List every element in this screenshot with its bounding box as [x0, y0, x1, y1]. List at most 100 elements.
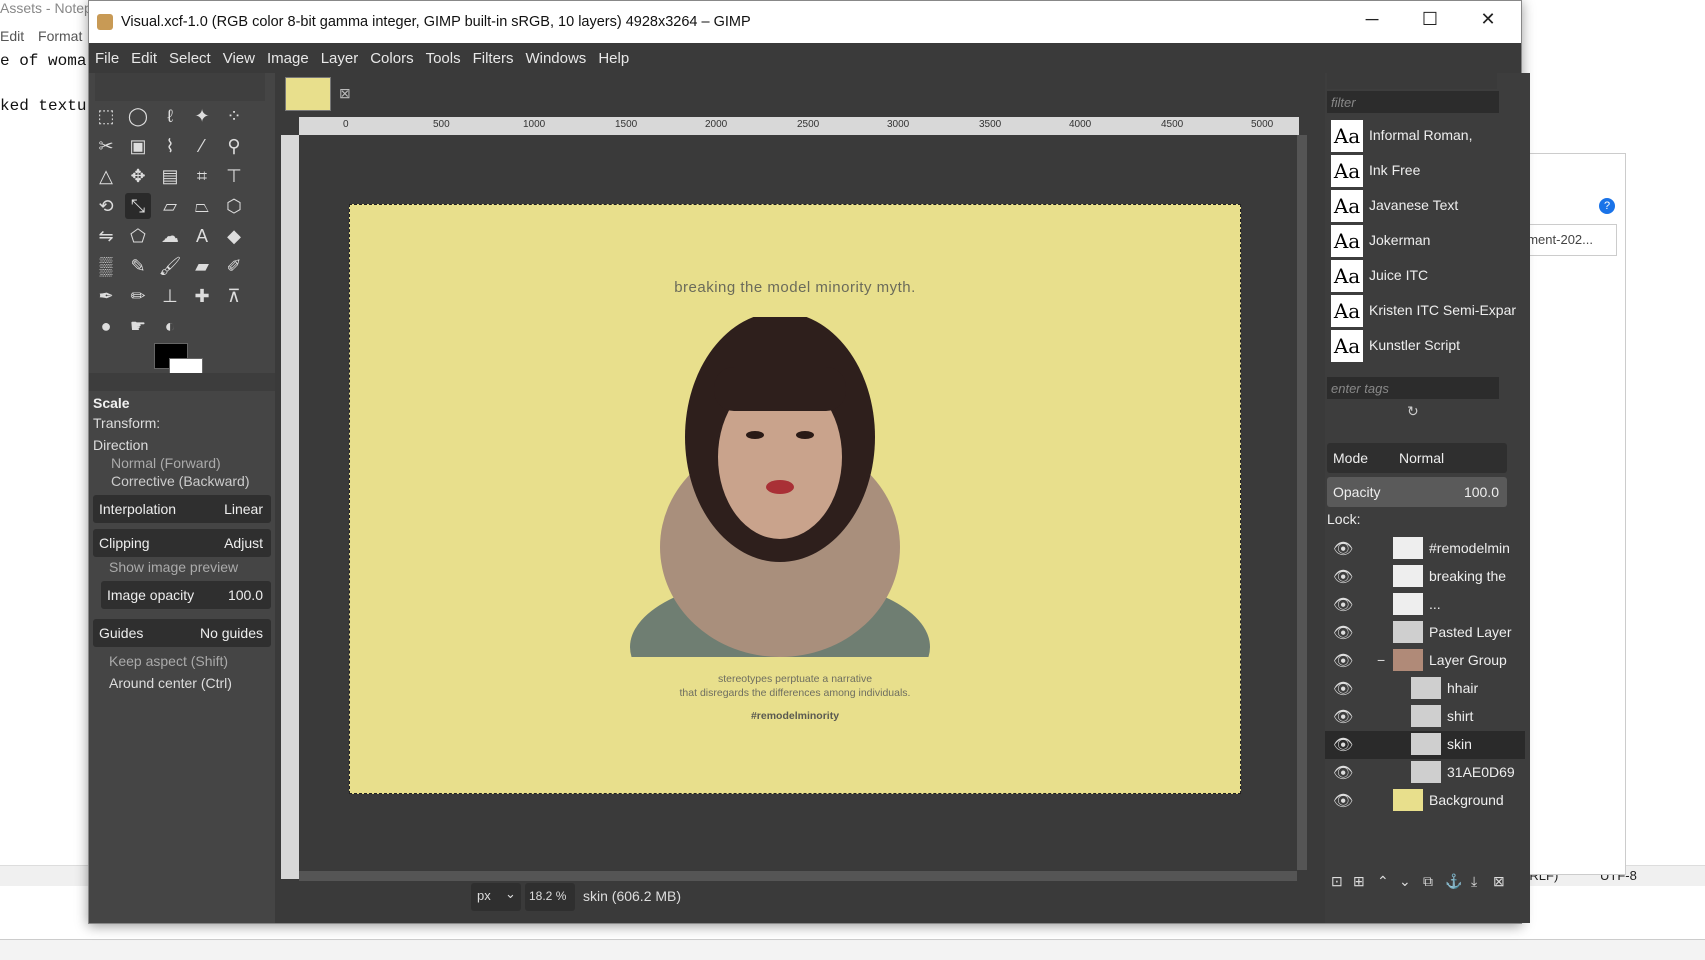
duplicate-layer-icon[interactable]: ⧉	[1423, 873, 1433, 890]
new-group-icon[interactable]: ⊞	[1353, 873, 1365, 890]
font-item[interactable]: Aa Kunstler Script	[1331, 329, 1519, 363]
layer-row[interactable]: 👁 breaking the	[1325, 563, 1525, 591]
image-canvas[interactable]: breaking the model minority myth. stereo…	[349, 204, 1241, 794]
minimize-button[interactable]: ─	[1349, 9, 1395, 30]
eye-icon[interactable]: 👁	[1333, 679, 1353, 699]
layer-opacity-slider[interactable]: Opacity 100.0	[1327, 477, 1507, 507]
menu-file[interactable]: File	[89, 43, 125, 67]
eye-icon[interactable]: 👁	[1333, 623, 1353, 643]
raise-layer-icon[interactable]: ⌃	[1377, 873, 1389, 890]
font-tags-input[interactable]: enter tags	[1327, 377, 1499, 399]
paths-tool-icon[interactable]: ⌇	[157, 133, 183, 159]
menu-tools[interactable]: Tools	[420, 43, 467, 67]
close-tab-icon[interactable]: ⊠	[339, 85, 351, 102]
eye-icon[interactable]: 👁	[1333, 595, 1353, 615]
direction-corrective[interactable]: Corrective (Backward)	[111, 473, 289, 489]
3d-transform-tool-icon[interactable]: ⬡	[221, 193, 247, 219]
notepad-menu-edit[interactable]: Edit	[0, 28, 24, 44]
dodge-burn-tool-icon[interactable]: ◐	[157, 313, 183, 339]
refresh-icon[interactable]: ↻	[1407, 403, 1419, 420]
eraser-tool-icon[interactable]: ▰	[189, 253, 215, 279]
crop-tool-icon[interactable]: ⌗	[189, 163, 215, 189]
font-item[interactable]: Aa Juice ITC	[1331, 259, 1519, 293]
fuzzy-select-tool-icon[interactable]: ✦	[189, 103, 215, 129]
delete-layer-icon[interactable]: ⊠	[1493, 873, 1505, 890]
move-tool-icon[interactable]: ✥	[125, 163, 151, 189]
eye-icon[interactable]: 👁	[1333, 707, 1353, 727]
eye-icon[interactable]: 👁	[1333, 735, 1353, 755]
clone-tool-icon[interactable]: ⊥	[157, 283, 183, 309]
ink-tool-icon[interactable]: ✒	[93, 283, 119, 309]
keep-aspect-checkbox[interactable]: Keep aspect (Shift)	[109, 653, 287, 669]
image-tab[interactable]	[285, 77, 331, 111]
layer-row[interactable]: 👁 shirt	[1325, 703, 1525, 731]
layer-row[interactable]: 👁 #remodelmin	[1325, 535, 1525, 563]
new-layer-icon[interactable]: ⊡	[1331, 873, 1343, 890]
font-item[interactable]: Aa Ink Free	[1331, 154, 1519, 188]
smudge-tool-icon[interactable]: ☛	[125, 313, 151, 339]
pencil-tool-icon[interactable]: ✎	[125, 253, 151, 279]
zoom-combo[interactable]: 18.2 %	[525, 883, 575, 911]
image-opacity-slider[interactable]: Image opacity 100.0	[101, 581, 271, 609]
font-filter-input[interactable]: filter	[1327, 91, 1499, 113]
guides-combo[interactable]: Guides No guides	[93, 619, 271, 647]
layer-row[interactable]: 👁 Background	[1325, 787, 1525, 815]
lasso-tool-icon[interactable]: ℓ	[157, 103, 183, 129]
menu-windows[interactable]: Windows	[519, 43, 592, 67]
perspective-clone-tool-icon[interactable]: ⊼	[221, 283, 247, 309]
font-item[interactable]: Aa Informal Roman,	[1331, 119, 1519, 153]
warp-tool-icon[interactable]: ☁	[157, 223, 183, 249]
interpolation-combo[interactable]: Interpolation Linear	[93, 495, 271, 523]
menu-colors[interactable]: Colors	[364, 43, 419, 67]
close-button[interactable]: ✕	[1465, 9, 1511, 30]
layer-row[interactable]: 👁 hhair	[1325, 675, 1525, 703]
lower-layer-icon[interactable]: ⌄	[1399, 873, 1411, 890]
anchor-icon[interactable]: ⚓	[1445, 873, 1462, 890]
zoom-tool-icon[interactable]: ⚲	[221, 133, 247, 159]
cage-tool-icon[interactable]: ⬠	[125, 223, 151, 249]
layer-row[interactable]: 👁 31AE0D69	[1325, 759, 1525, 787]
eye-icon[interactable]: 👁	[1333, 539, 1353, 559]
layer-group-row[interactable]: 👁 − Layer Group	[1325, 647, 1525, 675]
airbrush-tool-icon[interactable]: ✐	[221, 253, 247, 279]
notepad-menu-format[interactable]: Format	[38, 28, 82, 44]
text-tool-icon[interactable]: A	[189, 223, 215, 249]
gradient-tool-icon[interactable]: ▒	[93, 253, 119, 279]
font-item[interactable]: Aa Javanese Text	[1331, 189, 1519, 223]
help-icon[interactable]: ?	[1599, 198, 1615, 214]
bucket-fill-tool-icon[interactable]: ◆	[221, 223, 247, 249]
rotate-tool-icon[interactable]: ⟲	[93, 193, 119, 219]
scissors-tool-icon[interactable]: ✂	[93, 133, 119, 159]
menu-select[interactable]: Select	[163, 43, 217, 67]
by-color-select-tool-icon[interactable]: ⁘	[221, 103, 247, 129]
layer-row-selected[interactable]: 👁 skin	[1325, 731, 1525, 759]
unit-combo[interactable]: px ⌄	[471, 883, 521, 911]
rect-select-tool-icon[interactable]: ⬚	[93, 103, 119, 129]
foreground-select-tool-icon[interactable]: ▣	[125, 133, 151, 159]
eye-icon[interactable]: 👁	[1333, 651, 1353, 671]
heal-tool-icon[interactable]: ✚	[189, 283, 215, 309]
menu-edit[interactable]: Edit	[125, 43, 163, 67]
eye-icon[interactable]: 👁	[1333, 567, 1353, 587]
collapse-icon[interactable]: −	[1377, 652, 1385, 668]
eye-icon[interactable]: 👁	[1333, 763, 1353, 783]
font-item[interactable]: Aa Jokerman	[1331, 224, 1519, 258]
unified-transform-tool-icon[interactable]: ⊤	[221, 163, 247, 189]
scale-tool-icon[interactable]: ⤡	[125, 193, 151, 219]
flip-tool-icon[interactable]: ⇋	[93, 223, 119, 249]
ellipse-select-tool-icon[interactable]: ◯	[125, 103, 151, 129]
menu-layer[interactable]: Layer	[315, 43, 365, 67]
menu-filters[interactable]: Filters	[467, 43, 520, 67]
clipping-combo[interactable]: Clipping Adjust	[93, 529, 271, 557]
merge-icon[interactable]: ⤓	[1471, 873, 1477, 890]
around-center-checkbox[interactable]: Around center (Ctrl)	[109, 675, 287, 691]
direction-normal[interactable]: Normal (Forward)	[111, 455, 289, 471]
layer-mode-combo[interactable]: Mode Normal	[1327, 443, 1507, 473]
color-picker-tool-icon[interactable]: ⁄	[189, 133, 215, 159]
paintbrush-tool-icon[interactable]: 🖌	[157, 253, 183, 279]
layer-row[interactable]: 👁...	[1325, 591, 1525, 619]
shear-tool-icon[interactable]: ▱	[157, 193, 183, 219]
vertical-scrollbar[interactable]	[1297, 135, 1307, 870]
align-tool-icon[interactable]: ▤	[157, 163, 183, 189]
menu-view[interactable]: View	[217, 43, 261, 67]
